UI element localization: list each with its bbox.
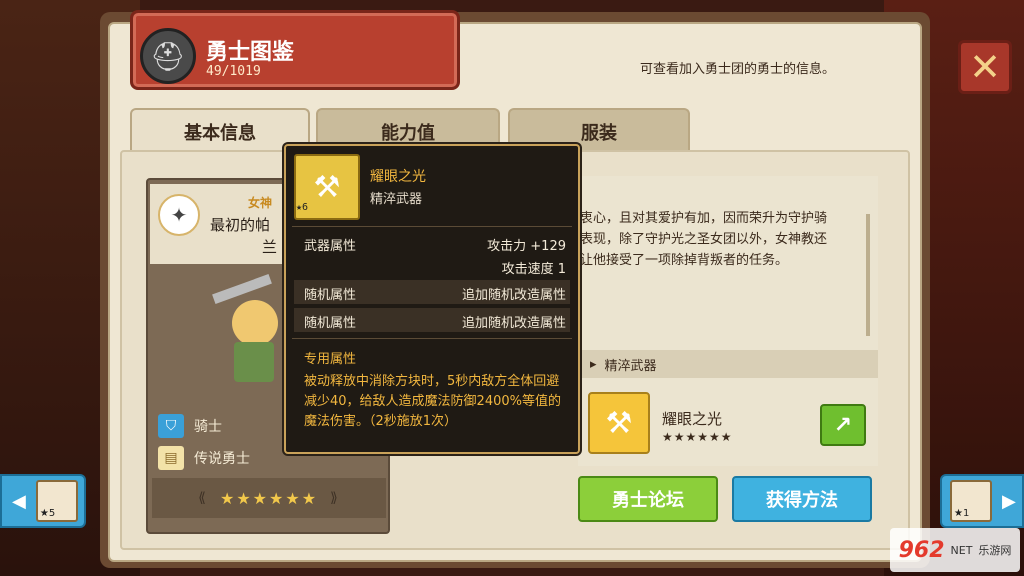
hero-rank-row: ▤ 传说勇士 [158,444,250,472]
weapon-link-button[interactable]: ↗ [820,404,866,446]
tooltip-divider [292,338,572,339]
arrow-left-icon: ◀ [12,490,26,512]
weapon-attr-label: 武器属性 [304,239,357,254]
goddess-emblem-icon: ✦ [158,194,200,236]
hero-role: 骑士 [194,419,222,435]
page-subtitle: 可查看加入勇士团的勇士的信息。 [640,62,836,77]
watermark-text: 乐游网 [978,544,1012,557]
next-hero-portrait: ★ 1 [950,480,992,522]
prev-hero-stars: 5 [48,508,56,519]
description-line: 让他接受了一项除掉背叛者的任务。 [580,253,789,268]
right-wing-icon: ⟫ [330,490,340,506]
hero-star-rating: ⟪ ★★★★★★ ⟫ [152,478,386,518]
close-button[interactable]: ✕ [958,40,1012,94]
tab-basic-info[interactable]: 基本信息 [130,108,310,154]
arrow-right-icon: ▶ [1002,490,1016,512]
next-hero-button[interactable]: ★ 1 ▶ [940,474,1024,528]
tooltip-weapon-type: 精淬武器 [370,192,423,207]
site-watermark: 962 NET 乐游网 [890,528,1020,572]
random-attr-label-1: 随机属性 [304,288,357,303]
attack-value: 攻击力 +129 [487,239,566,254]
weapon-level: 6 [302,202,309,213]
random-attr-value-2: 追加随机改造属性 [461,316,566,331]
attack-speed-value: 攻击速度 1 [501,262,566,277]
watermark-logo-suffix: NET [950,543,973,557]
watermark-logo-number: 962 [898,537,945,563]
tab-label: 能力值 [381,123,435,144]
tab-label: 基本信息 [184,123,256,144]
hammer-weapon-icon[interactable]: ⚒ [588,392,650,454]
weapon-section-label: 精淬武器 [604,358,657,374]
special-attr-label: 专用属性 [304,352,357,367]
special-attr-text: 被动释放中消除方块时，5秒内敌方全体回避减少40，给敌人造成魔法防御2400%等… [304,374,561,429]
arrow-up-right-icon: ↗ [833,412,853,438]
hero-name-line1: 最初的帕 [210,216,271,234]
page-title: 勇士图鉴 [206,40,295,65]
forum-button[interactable]: 勇士论坛 [578,476,718,522]
hero-description: 衷心，且对其爱护有加，因而荣升为守护骑 表现，除了守护光之圣女团以外，女神教还 … [580,208,870,271]
hero-class-label: 女神 [248,196,273,210]
random-attr-label-2: 随机属性 [304,316,357,331]
weapon-stars: ★★★★★★ [662,430,733,444]
next-hero-stars: 1 [962,508,970,519]
tab-label: 服装 [581,123,617,144]
description-scrollbar[interactable] [866,214,870,336]
hero-sprite-body [234,342,274,382]
description-line: 衷心，且对其爱护有加，因而荣升为守护骑 [580,211,828,226]
prev-hero-button[interactable]: ◀ ★ 5 [0,474,86,528]
close-icon: ✕ [969,45,1001,89]
prev-hero-portrait: ★ 5 [35,480,78,522]
weapon-name: 耀眼之光 [662,410,723,428]
hero-sprite-head [232,300,278,346]
scroll-icon: ▤ [158,446,184,470]
tooltip-divider [292,226,572,227]
weapon-level-badge: ★6 [296,202,309,213]
left-wing-icon: ⟪ [198,490,208,506]
hero-stars: ★★★★★★ [219,488,319,508]
knight-helmet-icon: ⛑ [140,28,196,84]
description-line: 表现，除了守护光之圣女团以外，女神教还 [580,232,828,247]
weapon-section-header: ▸ 精淬武器 [578,350,878,378]
tooltip-weapon-name: 耀眼之光 [370,169,426,185]
hero-role-row: ⛉ 骑士 [158,412,222,440]
hero-rank: 传说勇士 [194,451,250,467]
chevron-right-icon: ▸ [590,356,597,372]
obtain-method-button[interactable]: 获得方法 [732,476,872,522]
hero-name-line2: 兰 [262,238,278,256]
knight-role-icon: ⛉ [158,414,184,438]
random-attr-value-1: 追加随机改造属性 [461,288,566,303]
collection-count: 49/1019 [206,64,261,79]
